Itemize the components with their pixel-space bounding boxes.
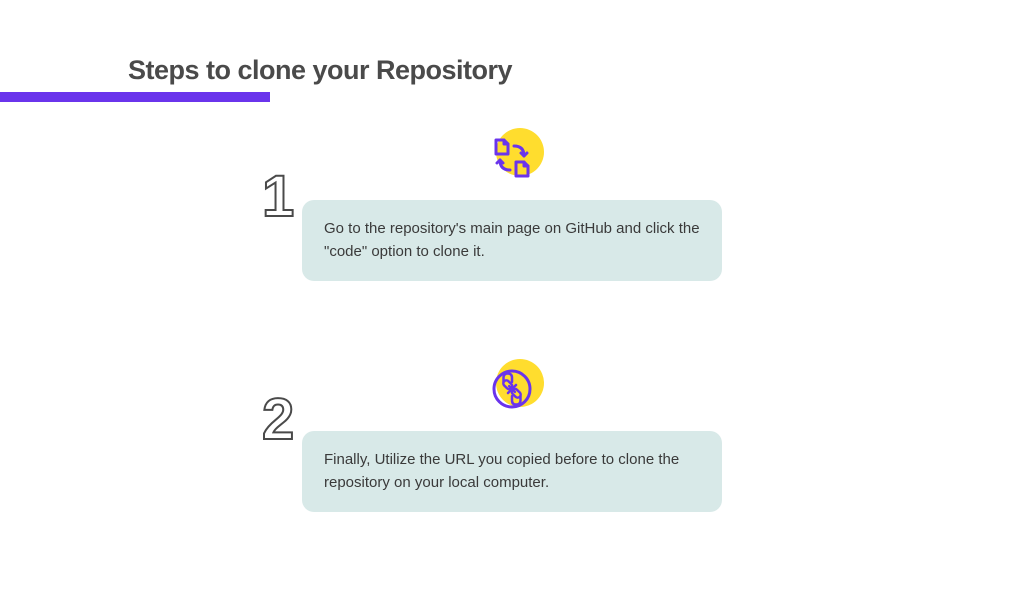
step-2-box: Finally, Utilize the URL you copied befo… bbox=[302, 431, 722, 512]
step-2-icon-wrapper bbox=[482, 361, 542, 416]
step-2: 2 Finally, Utilize the URL you copied be… bbox=[302, 361, 722, 512]
step-1: 1 Go to the repository's main page on Gi… bbox=[302, 130, 722, 281]
step-1-text: Go to the repository's main page on GitH… bbox=[324, 218, 700, 263]
step-number-2: 2 bbox=[262, 391, 294, 449]
step-1-box: Go to the repository's main page on GitH… bbox=[302, 200, 722, 281]
file-transfer-icon bbox=[490, 136, 534, 180]
step-1-icon-wrapper bbox=[482, 130, 542, 185]
step-2-text: Finally, Utilize the URL you copied befo… bbox=[324, 449, 700, 494]
title-underline bbox=[0, 92, 270, 102]
header: Steps to clone your Repository bbox=[0, 0, 1024, 86]
step-number-1: 1 bbox=[262, 168, 294, 226]
link-icon bbox=[490, 367, 534, 411]
page-title: Steps to clone your Repository bbox=[128, 55, 1024, 86]
steps-container: 1 Go to the repository's main page on Gi… bbox=[302, 130, 722, 592]
